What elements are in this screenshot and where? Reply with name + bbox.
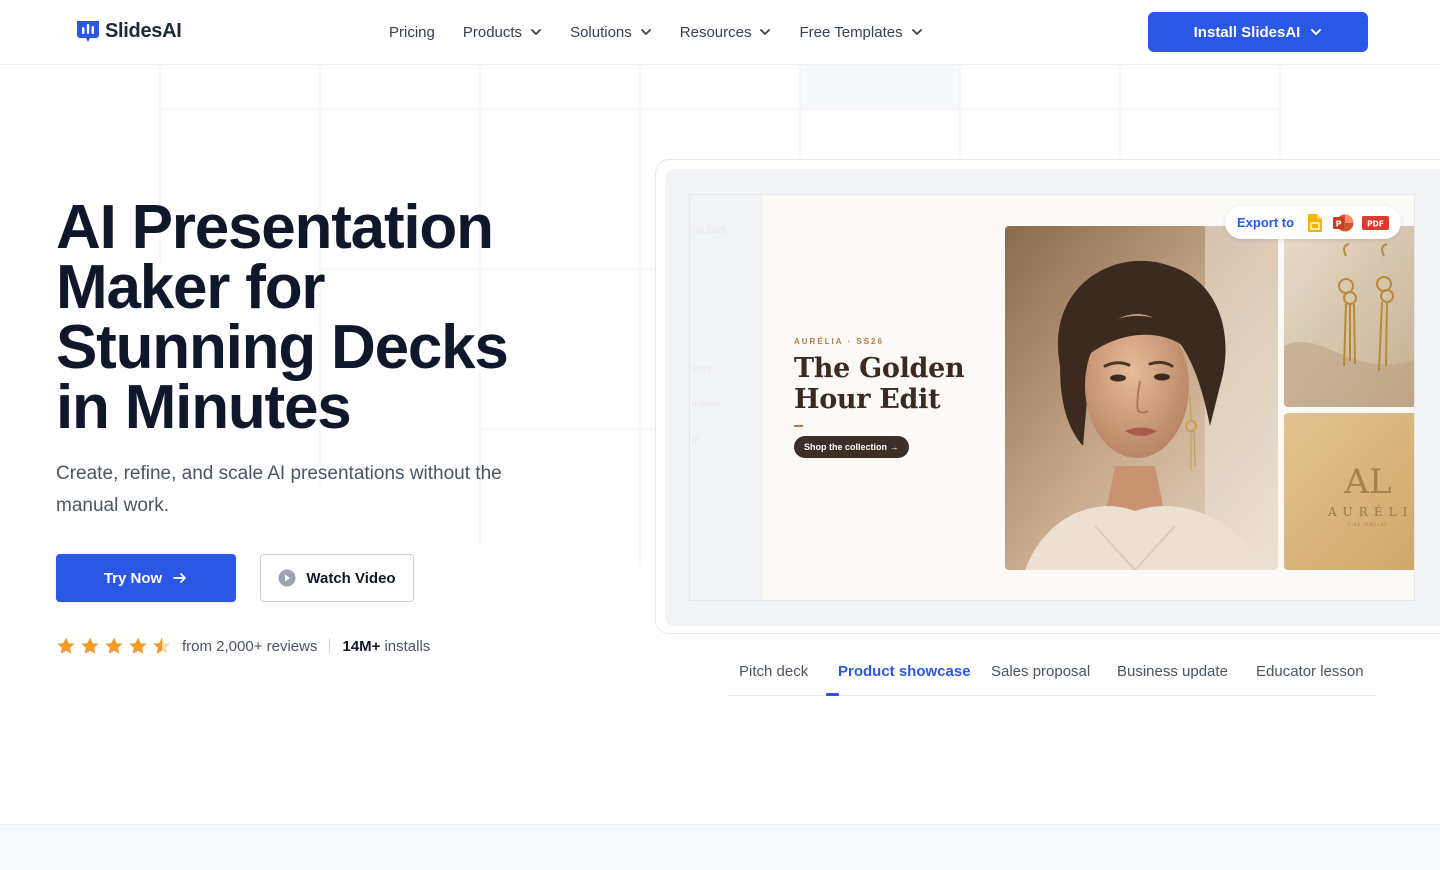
hero-title-line-1: AI Presentation	[56, 193, 494, 262]
slide-title: The Golden Hour Edit	[794, 353, 965, 415]
tab-sales-proposal[interactable]: Sales proposal	[991, 663, 1090, 680]
chevron-down-icon	[640, 29, 651, 35]
slide-preview: SS 2026 story market fit AURÉLIA · SS26 …	[689, 194, 1415, 601]
pdf-icon[interactable]: PDF	[1362, 214, 1390, 232]
slide-portrait-image	[1005, 226, 1278, 570]
nav-free-templates-label: Free Templates	[799, 23, 903, 41]
try-now-button[interactable]: Try Now	[56, 554, 236, 602]
template-tabs: Pitch deck Product showcase Sales propos…	[728, 656, 1376, 696]
nav-pricing-label: Pricing	[389, 23, 435, 41]
rating-row: from 2,000+ reviews 14M+ installs	[56, 634, 430, 658]
installs-count: 14M+	[342, 637, 381, 655]
tab-pitch-deck[interactable]: Pitch deck	[739, 663, 808, 680]
nav-free-templates[interactable]: Free Templates	[799, 24, 922, 41]
star-half-icon	[153, 637, 171, 654]
try-now-label: Try Now	[103, 569, 163, 587]
logo-word: AURÉLIA	[1327, 504, 1415, 519]
slide-earrings-image	[1284, 226, 1414, 407]
star-rating	[56, 636, 172, 656]
nav-products-label: Products	[462, 23, 523, 41]
arrow-right-icon	[173, 573, 187, 583]
ghost-text: SS 2026	[692, 225, 727, 235]
slide-brand-logo-image: AL AURÉLIA FINE JEWELRY	[1284, 413, 1415, 570]
ghost-text: market	[692, 399, 720, 409]
nav-resources-label: Resources	[679, 23, 752, 41]
portrait-illustration	[1005, 226, 1278, 570]
nav-resources[interactable]: Resources	[680, 24, 772, 41]
hero-subtitle: Create, refine, and scale AI presentatio…	[56, 463, 502, 516]
star-full-icon	[57, 637, 75, 654]
chevron-down-icon	[1311, 29, 1322, 35]
logo-monogram: AL	[1343, 462, 1391, 502]
install-slidesai-button[interactable]: Install SlidesAI	[1148, 12, 1368, 52]
chevron-down-icon	[531, 29, 541, 35]
hero-title-line-3: Stunning Decks	[56, 313, 509, 382]
ghost-text: story	[692, 363, 712, 373]
site-header: SlidesAI Pricing Products Solutions Reso…	[0, 0, 1440, 65]
ghost-text: fit	[692, 435, 700, 445]
tab-business-update[interactable]: Business update	[1117, 663, 1228, 680]
nav-products[interactable]: Products	[463, 24, 542, 41]
tab-product-showcase[interactable]: Product showcase	[838, 663, 971, 680]
logo[interactable]: SlidesAI	[75, 18, 182, 44]
export-menu[interactable]: Export to P PDF	[1225, 206, 1401, 239]
slide-brand-line: AURÉLIA · SS26	[794, 337, 884, 346]
earrings-illustration	[1284, 226, 1414, 407]
next-section-band	[0, 824, 1440, 870]
ppt-badge-text: P	[1336, 219, 1342, 228]
google-slides-icon[interactable]	[1306, 213, 1324, 233]
powerpoint-icon[interactable]: P	[1332, 213, 1354, 233]
installs-label: installs	[384, 637, 431, 655]
star-full-icon	[81, 637, 99, 654]
active-tab-indicator	[826, 693, 839, 696]
star-full-icon	[129, 637, 147, 654]
nav-solutions-label: Solutions	[570, 23, 632, 41]
logo-tagline: FINE JEWELRY	[1348, 522, 1388, 527]
brand-name: SlidesAI	[105, 19, 182, 42]
nav-solutions[interactable]: Solutions	[570, 24, 652, 41]
watch-video-label: Watch Video	[306, 569, 396, 587]
chevron-down-icon	[760, 29, 771, 35]
divider	[329, 638, 331, 654]
install-button-label: Install SlidesAI	[1193, 23, 1301, 41]
nav-pricing[interactable]: Pricing	[389, 24, 435, 41]
reviews-text: from 2,000+ reviews	[182, 637, 318, 655]
export-label: Export to	[1237, 215, 1295, 230]
slide-thumbnail-rail: SS 2026 story market fit	[690, 195, 762, 600]
main-nav: Pricing Products Solutions Resources Fre…	[389, 0, 951, 64]
slide-accent-dash	[794, 425, 803, 427]
star-full-icon	[105, 637, 123, 654]
watch-video-button[interactable]: Watch Video	[260, 554, 414, 602]
slidesai-logo-icon	[77, 21, 99, 42]
slide-shop-button: Shop the collection →	[794, 436, 909, 458]
pdf-badge-text: PDF	[1367, 219, 1384, 228]
tab-educator-lesson[interactable]: Educator lesson	[1256, 663, 1364, 680]
hero-title: AI Presentation Maker for Stunning Decks…	[56, 193, 616, 442]
hero-title-line-2: Maker for	[56, 253, 325, 322]
brand-logo-illustration: AL AURÉLIA FINE JEWELRY	[1284, 413, 1415, 570]
play-icon	[278, 569, 296, 587]
hero-title-line-4: in Minutes	[56, 373, 352, 442]
chevron-down-icon	[911, 29, 922, 35]
